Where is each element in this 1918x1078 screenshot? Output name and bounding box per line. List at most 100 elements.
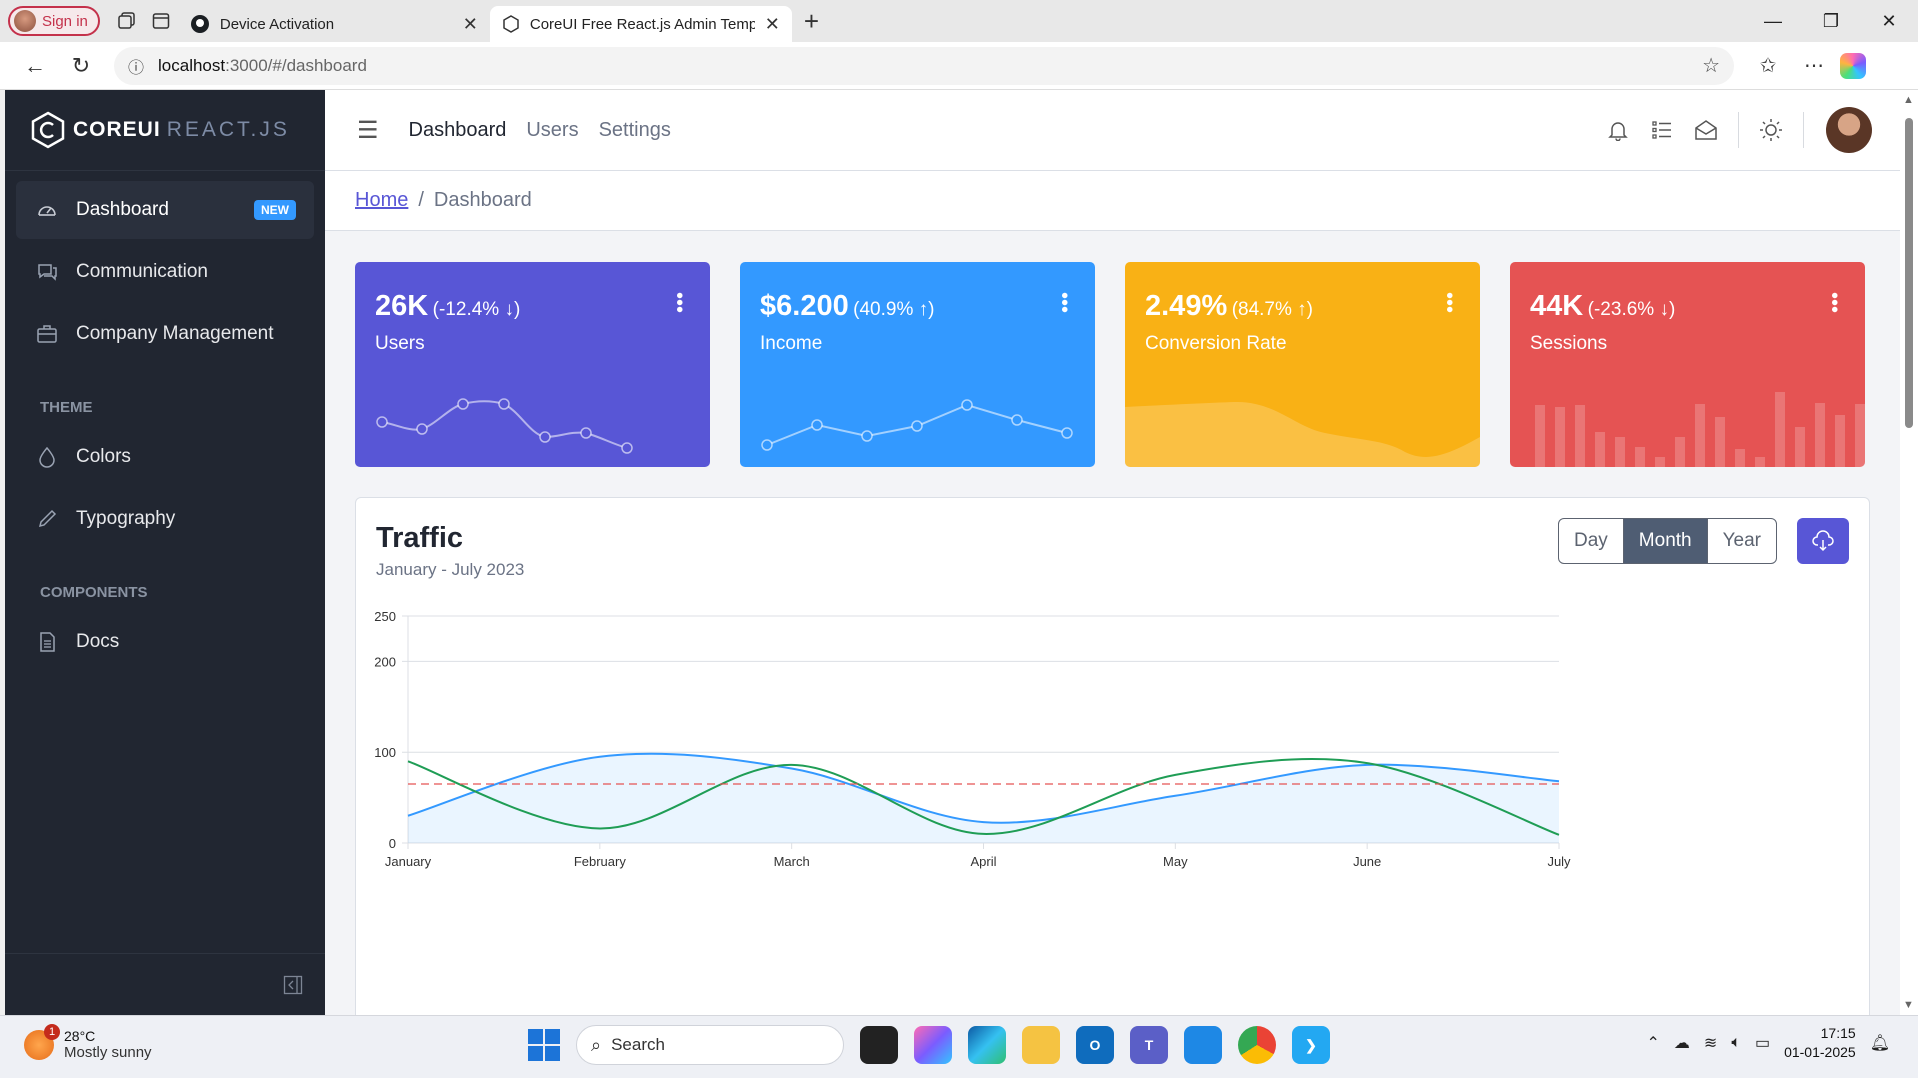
sidebar-item-communication[interactable]: Communication — [16, 243, 314, 301]
wifi-icon[interactable]: ≋ — [1704, 1033, 1717, 1053]
header-link-dashboard[interactable]: Dashboard — [409, 119, 507, 142]
task-list-icon[interactable] — [1640, 108, 1684, 152]
store-icon[interactable] — [1184, 1026, 1222, 1064]
file-explorer-icon[interactable] — [1022, 1026, 1060, 1064]
sidebar-toggle[interactable] — [5, 953, 325, 1015]
x-tick-label: February — [574, 854, 627, 869]
search-icon: ⌕ — [591, 1034, 602, 1055]
bell-icon[interactable] — [1596, 108, 1640, 152]
clock-date: 01-01-2025 — [1784, 1044, 1856, 1060]
theme-sun-icon[interactable] — [1749, 108, 1793, 152]
site-info-icon[interactable]: ⓘ — [128, 54, 144, 78]
header-link-users[interactable]: Users — [526, 119, 578, 142]
widget-change: (84.7% ↑) — [1231, 299, 1313, 320]
profile-avatar-icon — [14, 10, 36, 32]
tab-actions-icon[interactable] — [144, 4, 178, 38]
back-icon[interactable]: ← — [12, 46, 58, 86]
users-sparkline — [376, 398, 633, 454]
period-day-button[interactable]: Day — [1559, 519, 1624, 563]
refresh-icon[interactable]: ↻ — [58, 46, 104, 86]
more-options-icon[interactable]: ⋯ — [1794, 46, 1834, 86]
widget-value: 44K — [1530, 290, 1584, 322]
period-year-button[interactable]: Year — [1708, 519, 1776, 563]
conversion-area-chart — [1125, 401, 1480, 467]
breadcrumb-home[interactable]: Home — [355, 189, 408, 212]
weather-temp: 28°C — [64, 1028, 96, 1044]
favorite-star-icon[interactable]: ☆ — [1702, 53, 1720, 78]
taskbar-apps: ⌕ Search O T ❯ — [528, 1025, 1330, 1065]
task-view-icon[interactable] — [860, 1026, 898, 1064]
volume-icon[interactable]: 🔈︎ — [1731, 1034, 1741, 1052]
period-month-button[interactable]: Month — [1623, 519, 1708, 563]
sidebar-item-label: Typography — [76, 508, 176, 529]
chevron-up-icon[interactable]: ⌃ — [1647, 1033, 1660, 1053]
sidebar-item-label: Colors — [76, 446, 131, 467]
widget-menu-icon[interactable]: ••• — [1823, 292, 1845, 313]
sidebar-item-typography[interactable]: Typography — [16, 490, 314, 548]
close-window-icon[interactable]: ✕ — [1860, 0, 1918, 42]
sidebar-item-label: Communication — [76, 261, 208, 282]
workspaces-icon[interactable] — [110, 4, 144, 38]
user-avatar[interactable] — [1826, 107, 1872, 153]
weather-widget[interactable]: 1 28°C Mostly sunny — [24, 1023, 152, 1061]
traffic-subtitle: January - July 2023 — [376, 560, 525, 579]
windows-start-icon[interactable] — [528, 1029, 560, 1061]
weather-badge: 1 — [44, 1023, 60, 1040]
header-link-settings[interactable]: Settings — [599, 119, 671, 142]
sidebar-item-label: Docs — [76, 631, 120, 652]
new-tab-icon[interactable]: + — [804, 6, 819, 37]
nav-section-title: COMPONENTS — [40, 584, 148, 601]
widget-menu-icon[interactable]: ••• — [1053, 292, 1075, 313]
weather-sun-icon: 1 — [24, 1023, 60, 1060]
tab-coreui[interactable]: CoreUI Free React.js Admin Templ ✕ — [489, 6, 792, 42]
copilot-app-icon[interactable] — [914, 1026, 952, 1064]
brand-logo[interactable]: COREUI REACT.JS — [5, 90, 325, 171]
edge-icon[interactable] — [968, 1026, 1006, 1064]
close-tab-icon[interactable]: ✕ — [463, 14, 478, 35]
scroll-up-icon[interactable]: ▲ — [1903, 94, 1914, 106]
widget-change: (40.9% ↑) — [853, 299, 935, 320]
envelope-icon[interactable] — [1684, 108, 1728, 152]
close-tab-icon[interactable]: ✕ — [765, 14, 780, 35]
widget-sessions: 44K (-23.6% ↓) Sessions ••• — [1510, 262, 1865, 467]
menu-toggle-icon[interactable]: ☰ — [357, 116, 379, 145]
header: ☰ Dashboard Users Settings — [325, 90, 1900, 171]
sidebar-item-company-management[interactable]: Company Management — [16, 305, 314, 363]
download-button[interactable] — [1797, 518, 1849, 564]
teams-icon[interactable]: T — [1130, 1026, 1168, 1064]
weather-desc: Mostly sunny — [64, 1044, 152, 1061]
vertical-scrollbar[interactable]: ▲ ▼ — [1900, 90, 1918, 1015]
sidebar-item-label: Dashboard — [76, 199, 169, 220]
clock[interactable]: 17:15 01-01-2025 — [1784, 1024, 1856, 1062]
widget-label: Sessions — [1530, 333, 1608, 354]
sidebar: COREUI REACT.JS Dashboard NEW Communicat… — [5, 90, 325, 1015]
tab-device-activation[interactable]: Device Activation ✕ — [178, 6, 490, 42]
brand-core: COREUI — [73, 118, 161, 141]
sign-in-button[interactable]: Sign in — [8, 6, 100, 36]
battery-icon[interactable]: ▭ — [1755, 1033, 1770, 1053]
url-field[interactable]: ⓘ localhost:3000/#/dashboard ☆ — [114, 46, 1734, 85]
browser-tab-strip: Sign in Device Activation ✕ CoreUI Free … — [0, 0, 1918, 42]
widget-menu-icon[interactable]: ••• — [1438, 292, 1460, 313]
restore-icon[interactable]: ❐ — [1802, 0, 1860, 42]
sidebar-item-docs[interactable]: Docs — [16, 613, 314, 671]
vscode-icon[interactable]: ❯ — [1292, 1026, 1330, 1064]
onedrive-icon[interactable]: ☁ — [1674, 1033, 1690, 1053]
sidebar-item-dashboard[interactable]: Dashboard NEW — [16, 181, 314, 239]
scroll-down-icon[interactable]: ▼ — [1903, 999, 1914, 1011]
traffic-card: Traffic January - July 2023 Day Month Ye… — [355, 497, 1870, 1015]
copilot-icon[interactable] — [1840, 52, 1866, 79]
x-tick-label: June — [1353, 854, 1381, 869]
scrollbar-thumb[interactable] — [1905, 118, 1913, 428]
period-selector: Day Month Year — [1558, 518, 1777, 564]
favorites-icon[interactable]: ✩ — [1748, 46, 1788, 86]
x-tick-label: May — [1163, 854, 1188, 869]
taskbar-search[interactable]: ⌕ Search — [576, 1025, 844, 1065]
widget-menu-icon[interactable]: ••• — [668, 292, 690, 313]
sidebar-item-colors[interactable]: Colors — [16, 428, 314, 486]
notification-icon[interactable]: 🔔︎ — [1870, 1033, 1890, 1053]
y-tick-label: 200 — [374, 654, 396, 669]
minimize-icon[interactable]: — — [1744, 0, 1802, 42]
outlook-icon[interactable]: O — [1076, 1026, 1114, 1064]
chrome-icon[interactable] — [1238, 1026, 1276, 1064]
